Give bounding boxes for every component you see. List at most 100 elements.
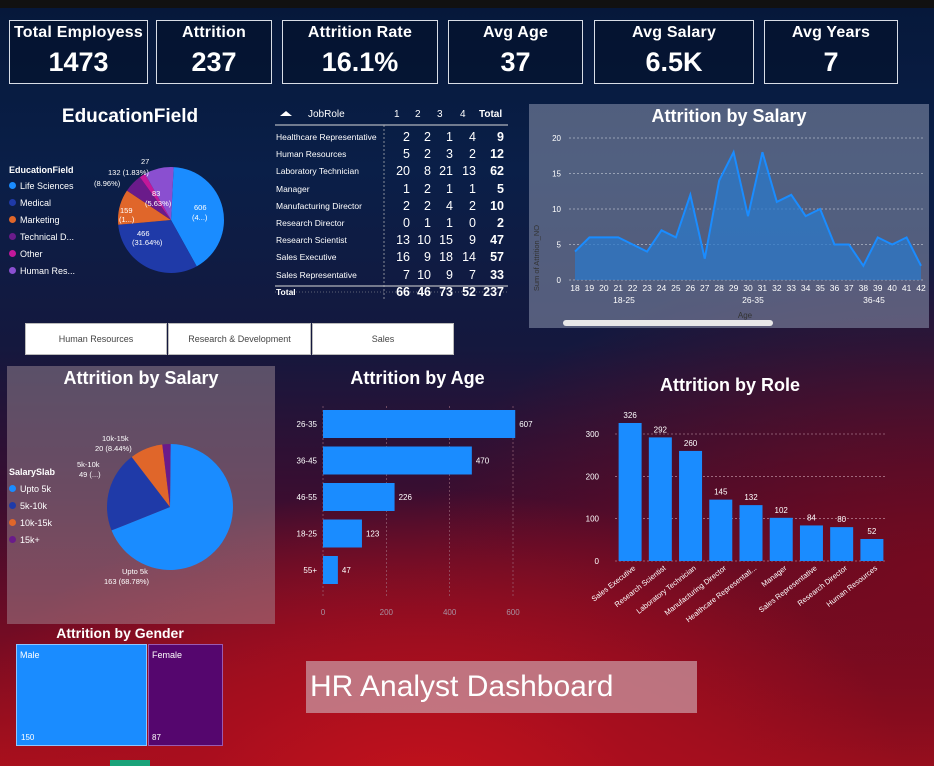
bar-Manufacturing Director[interactable] xyxy=(709,499,733,561)
legend-item-15k-plus[interactable]: 15k+ xyxy=(9,531,55,548)
matrix-cell: 15 xyxy=(439,233,453,248)
matrix-header-1: 1 xyxy=(394,109,400,120)
filter-research-development[interactable]: Research & Development xyxy=(168,323,311,355)
bar-46-55[interactable] xyxy=(323,483,395,511)
dashboard-canvas: Total Employess 1473 Attrition 237 Attri… xyxy=(0,0,934,766)
gender-tile-female[interactable]: Female 87 xyxy=(148,644,223,746)
matrix-cell: 5 xyxy=(403,147,410,162)
matrix-cell: 1 xyxy=(446,216,453,230)
legend-item-other[interactable]: Other xyxy=(9,245,75,262)
data-label: 470 xyxy=(476,457,490,466)
matrix-cell: 0 xyxy=(403,216,410,230)
label-hr1: 159 xyxy=(120,206,133,215)
data-label: 326 xyxy=(623,411,637,420)
label-other: 27 xyxy=(141,157,149,166)
bar-26-35[interactable] xyxy=(323,410,516,438)
x-tick-label: 40 xyxy=(887,283,897,293)
category-label: 55+ xyxy=(303,566,317,575)
legend-item-human-resources[interactable]: Human Res... xyxy=(9,262,75,279)
x-tick-label: 21 xyxy=(614,283,624,293)
data-label: 102 xyxy=(775,506,789,515)
x-tick-label: 39 xyxy=(873,283,883,293)
kpi-attrition: Attrition 237 xyxy=(156,20,272,84)
bar-55+[interactable] xyxy=(323,556,338,584)
kpi-title: Avg Age xyxy=(482,24,549,41)
legend-item-10k-15k[interactable]: 10k-15k xyxy=(9,514,55,531)
x-tick-label: 400 xyxy=(443,608,457,617)
bar-18-25[interactable] xyxy=(323,519,362,548)
matrix-row: Research Scientist 13 10 15 9 47 xyxy=(272,233,510,249)
data-label: 80 xyxy=(837,515,846,524)
legend-item-marketing[interactable]: Marketing xyxy=(9,211,75,228)
matrix-cell: 18 xyxy=(439,250,453,265)
salary-line-xlabel: Age xyxy=(738,311,753,320)
label-med1: 466 xyxy=(137,229,150,238)
kpi-title: Total Employess xyxy=(14,24,143,41)
matrix-header-total: Total xyxy=(479,109,503,120)
bar-Sales Representative[interactable] xyxy=(799,525,823,561)
kpi-title: Attrition Rate xyxy=(307,24,413,41)
data-label: 84 xyxy=(807,513,816,522)
bar-Research Scientist[interactable] xyxy=(648,437,672,561)
kpi-value: 6.5K xyxy=(645,47,703,77)
matrix-total-cell: 12 xyxy=(490,147,504,162)
matrix-cell: 21 xyxy=(439,164,453,179)
legend-item-upto-5k[interactable]: Upto 5k xyxy=(9,480,55,497)
x-tick-label: 27 xyxy=(700,283,710,293)
category-label: 18-25 xyxy=(297,530,318,539)
gender-label: Male xyxy=(20,650,40,660)
x-tick-label: 18 xyxy=(570,283,580,293)
legend-item-5k-10k[interactable]: 5k-10k xyxy=(9,497,55,514)
x-tick-label: 600 xyxy=(506,608,520,617)
x-tick-label: 22 xyxy=(628,283,638,293)
matrix-row: Human Resources 5 2 3 2 12 xyxy=(272,147,510,163)
matrix-cell: 9 xyxy=(424,250,431,265)
legend-dot xyxy=(9,502,16,509)
label-life2: (4...) xyxy=(192,213,208,222)
x-tick-label: 32 xyxy=(772,283,782,293)
matrix-role: Sales Representative xyxy=(276,269,357,280)
legend-item-life-sciences[interactable]: Life Sciences xyxy=(9,177,75,194)
matrix-cell: 8 xyxy=(424,164,431,179)
bar-36-45[interactable] xyxy=(323,446,472,475)
y-tick-label: 0 xyxy=(595,557,600,566)
bar-Manager[interactable] xyxy=(769,517,793,561)
y-tick-label: 15 xyxy=(552,170,561,179)
matrix-total-cell: 5 xyxy=(497,181,504,196)
matrix-row: Manager 1 2 1 1 5 xyxy=(272,182,510,198)
dashboard-title: HR Analyst Dashboard xyxy=(306,661,697,713)
matrix-cell: 46 xyxy=(417,285,431,299)
legend-item-medical[interactable]: Medical xyxy=(9,194,75,211)
x-tick-label: 35 xyxy=(815,283,825,293)
x-tick-label: 42 xyxy=(916,283,926,293)
bar-Human Resources[interactable] xyxy=(860,538,884,561)
data-label: 607 xyxy=(519,420,533,429)
legend-dot xyxy=(9,182,16,189)
matrix-row: Sales Executive 16 9 18 14 57 xyxy=(272,250,510,266)
legend-dot xyxy=(9,519,16,526)
filter-human-resources[interactable]: Human Resources xyxy=(25,323,167,355)
bar-Healthcare Representati...[interactable] xyxy=(739,505,763,561)
matrix-total-row: Total 66 46 73 52 237 xyxy=(272,285,510,301)
legend-label: 5k-10k xyxy=(20,500,48,511)
scrollbar-thumb[interactable] xyxy=(563,320,773,326)
legend-title: EducationField xyxy=(9,165,74,175)
x-tick-label: 31 xyxy=(758,283,768,293)
label-tech-pct: (8.96%) xyxy=(94,179,121,188)
matrix-row: Research Director 0 1 1 0 2 xyxy=(272,216,510,232)
matrix-cell: 2 xyxy=(424,130,431,144)
bar-Laboratory Technician[interactable] xyxy=(679,450,703,561)
y-tick-label: 5 xyxy=(557,241,562,250)
filter-sales[interactable]: Sales xyxy=(312,323,454,355)
matrix-cell: 2 xyxy=(424,147,431,162)
gender-tile-male[interactable]: Male 150 xyxy=(16,644,147,746)
bar-Sales Executive[interactable] xyxy=(618,422,642,561)
matrix-total-cell: 9 xyxy=(497,130,504,144)
role-bar-chart: 0100200300326Sales Executive292Research … xyxy=(586,411,887,624)
matrix-cell: 1 xyxy=(446,130,453,144)
legend-item-technical[interactable]: Technical D... xyxy=(9,228,75,245)
legend-label: Technical D... xyxy=(20,231,75,242)
data-label: 226 xyxy=(399,493,413,502)
legend-dot xyxy=(9,199,16,206)
bar-Research Director[interactable] xyxy=(830,527,854,561)
